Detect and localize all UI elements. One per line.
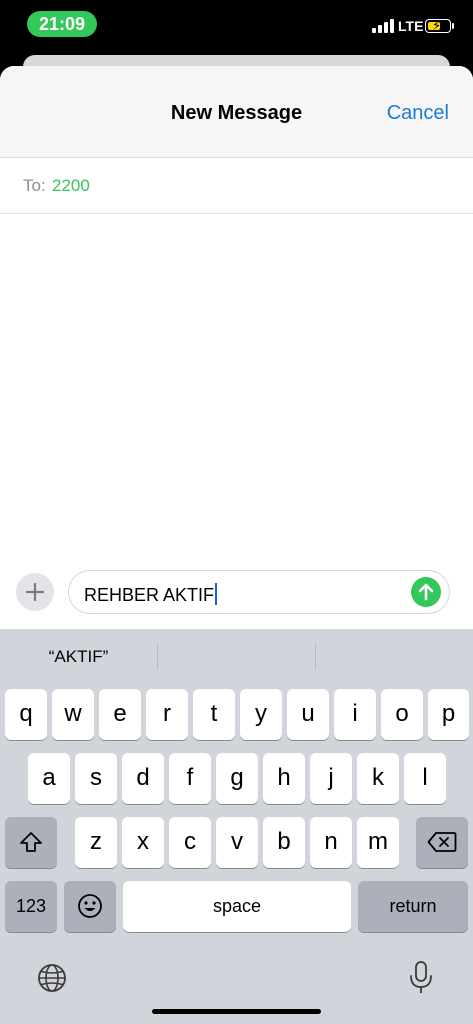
key-k[interactable]: k [357, 753, 399, 804]
emoji-icon [78, 894, 102, 918]
key-r[interactable]: r [146, 689, 188, 740]
network-label: LTE [398, 18, 424, 34]
space-key[interactable]: space [123, 881, 351, 932]
suggestion-divider [157, 644, 158, 670]
key-y[interactable]: y [240, 689, 282, 740]
key-t[interactable]: t [193, 689, 235, 740]
delete-icon [427, 832, 457, 852]
key-m[interactable]: m [357, 817, 399, 868]
status-time[interactable]: 21:09 [27, 11, 97, 37]
plus-icon [25, 582, 45, 602]
key-i[interactable]: i [334, 689, 376, 740]
add-attachment-button[interactable] [16, 573, 54, 611]
key-x[interactable]: x [122, 817, 164, 868]
text-caret [215, 583, 218, 605]
recipient-value[interactable]: 2200 [52, 176, 90, 196]
home-indicator [152, 1009, 321, 1014]
key-e[interactable]: e [99, 689, 141, 740]
key-u[interactable]: u [287, 689, 329, 740]
key-h[interactable]: h [263, 753, 305, 804]
key-z[interactable]: z [75, 817, 117, 868]
key-l[interactable]: l [404, 753, 446, 804]
globe-icon[interactable] [36, 962, 68, 994]
suggestion-divider [315, 644, 316, 670]
to-label: To: [23, 176, 46, 195]
navigation-bar: New Message Cancel [0, 66, 473, 158]
status-bar: 21:09 LTE ⚡ [0, 0, 473, 50]
key-c[interactable]: c [169, 817, 211, 868]
send-button[interactable] [411, 577, 441, 607]
key-w[interactable]: w [52, 689, 94, 740]
cancel-button[interactable]: Cancel [387, 102, 449, 125]
battery-icon: ⚡ [425, 18, 451, 33]
signal-icon [372, 19, 396, 33]
numbers-key[interactable]: 123 [5, 881, 57, 932]
keyboard: “AKTIF” q w e r t y u i o p a s d f g h … [0, 629, 473, 1024]
recipient-field[interactable]: To: 2200 [0, 158, 473, 214]
key-f[interactable]: f [169, 753, 211, 804]
key-j[interactable]: j [310, 753, 352, 804]
key-a[interactable]: a [28, 753, 70, 804]
arrow-up-icon [418, 583, 434, 601]
key-o[interactable]: o [381, 689, 423, 740]
key-b[interactable]: b [263, 817, 305, 868]
message-input[interactable]: REHBER AKTIF [68, 570, 450, 614]
battery-cap [452, 23, 454, 29]
return-key[interactable]: return [358, 881, 468, 932]
key-q[interactable]: q [5, 689, 47, 740]
emoji-key[interactable] [64, 881, 116, 932]
key-s[interactable]: s [75, 753, 117, 804]
key-d[interactable]: d [122, 753, 164, 804]
key-g[interactable]: g [216, 753, 258, 804]
microphone-icon[interactable] [408, 960, 434, 996]
shift-key[interactable] [5, 817, 57, 868]
delete-key[interactable] [416, 817, 468, 868]
key-v[interactable]: v [216, 817, 258, 868]
shift-icon [20, 832, 42, 852]
message-text: REHBER AKTIF [84, 583, 218, 606]
key-p[interactable]: p [428, 689, 469, 740]
suggestion-1[interactable]: “AKTIF” [0, 647, 157, 667]
key-n[interactable]: n [310, 817, 352, 868]
predictive-bar: “AKTIF” [0, 629, 473, 685]
